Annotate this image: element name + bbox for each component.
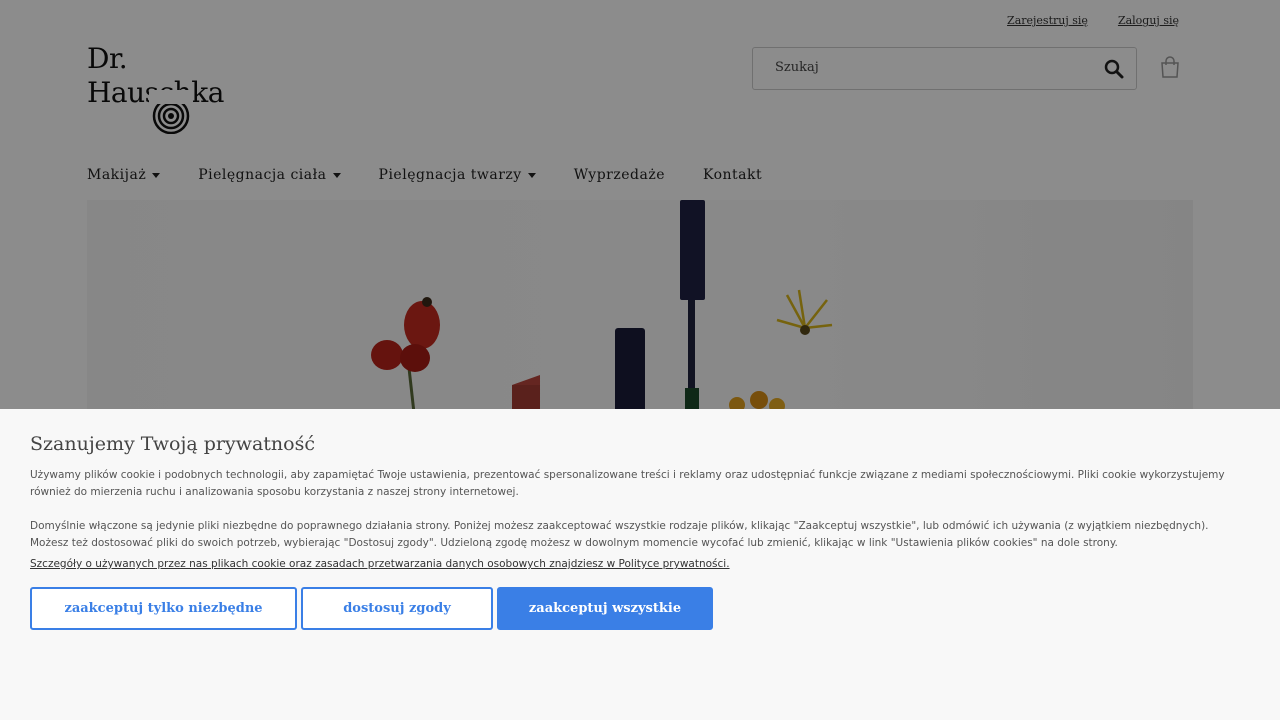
cookie-description-2: Domyślnie włączone są jedynie pliki niez… bbox=[30, 520, 1209, 549]
customize-consent-button[interactable]: dostosuj zgody bbox=[301, 587, 493, 630]
privacy-policy-link[interactable]: Szczegóły o używanych przez nas plikach … bbox=[30, 558, 730, 570]
cookie-consent-panel: Szanujemy Twoją prywatność Używamy plikó… bbox=[0, 409, 1280, 720]
cookie-title: Szanujemy Twoją prywatność bbox=[30, 433, 315, 455]
cookie-description-1: Używamy plików cookie i podobnych techno… bbox=[30, 469, 1225, 498]
accept-all-button[interactable]: zaakceptuj wszystkie bbox=[497, 587, 713, 630]
cookie-actions: zaakceptuj tylko niezbędne dostosuj zgod… bbox=[30, 587, 713, 630]
accept-necessary-button[interactable]: zaakceptuj tylko niezbędne bbox=[30, 587, 297, 630]
